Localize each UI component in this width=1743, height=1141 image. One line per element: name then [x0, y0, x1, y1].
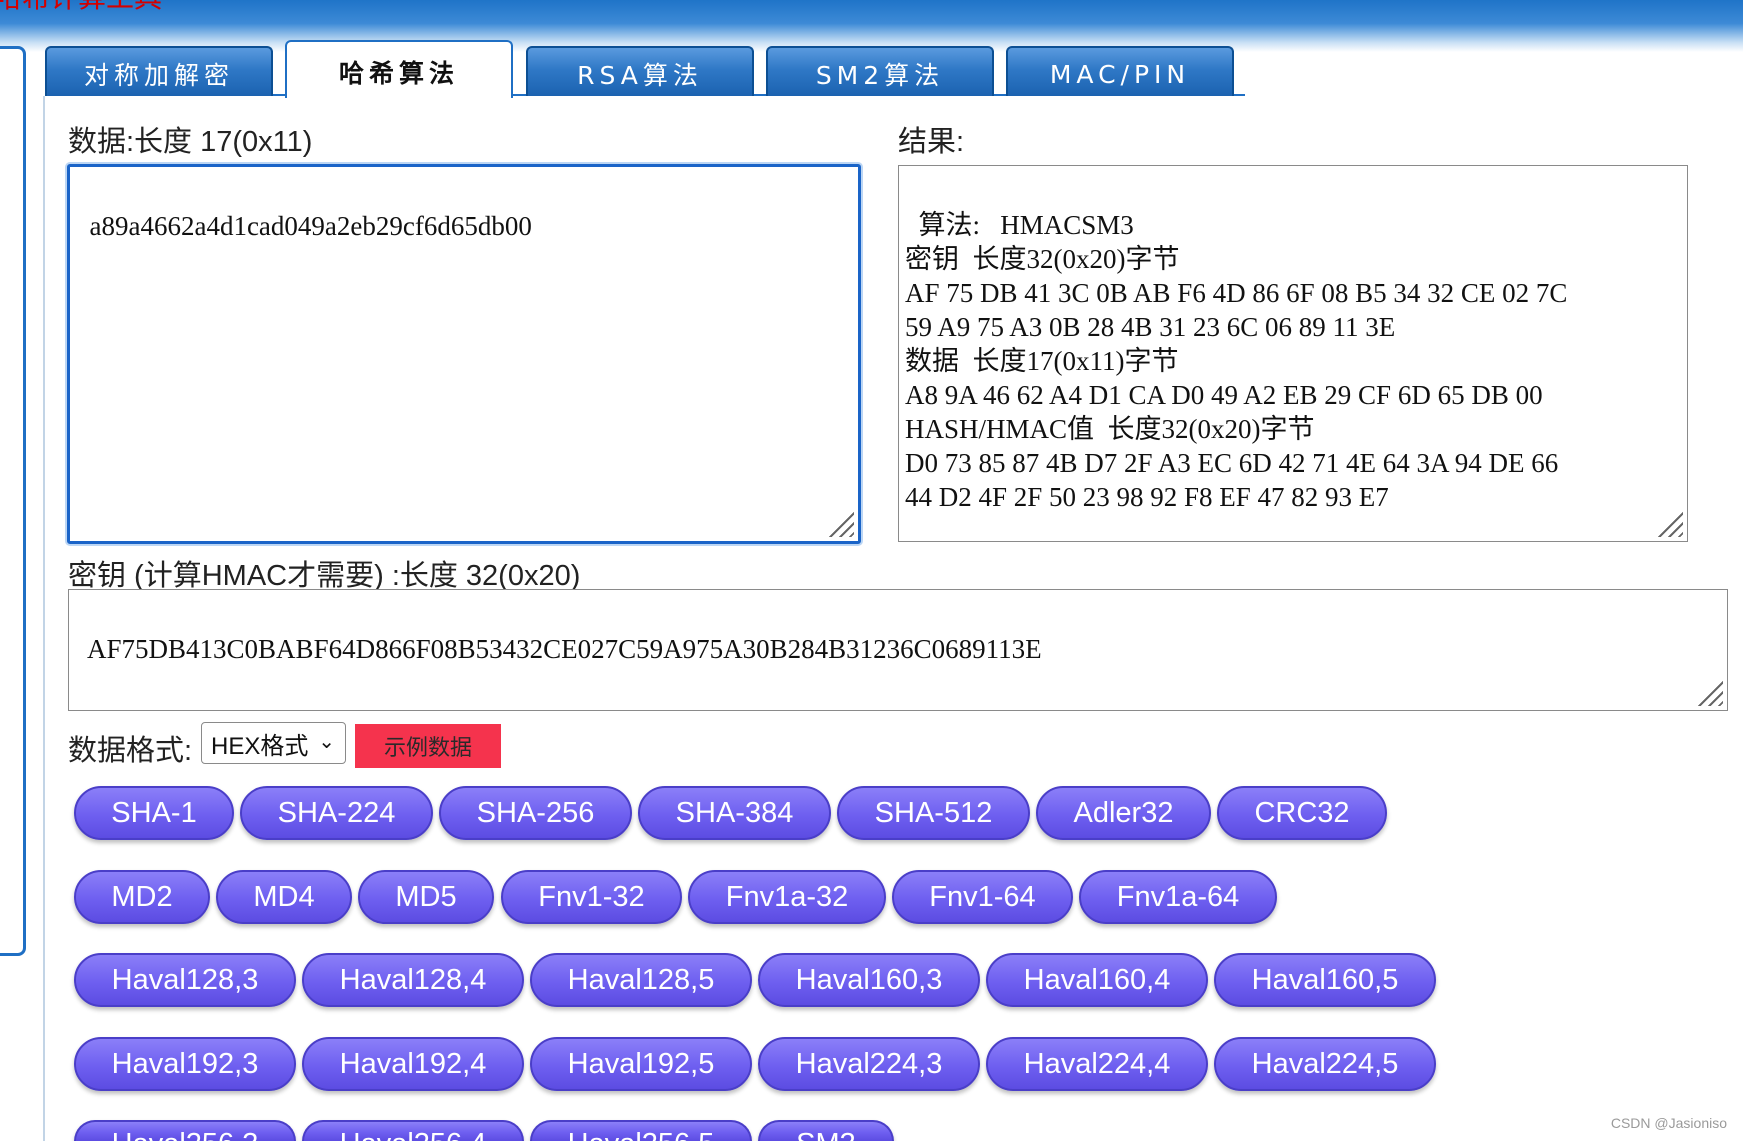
- resize-handle[interactable]: [828, 511, 854, 537]
- resize-handle[interactable]: [1657, 511, 1683, 537]
- algo-button-md2[interactable]: MD2: [74, 870, 210, 924]
- algo-button-sha256[interactable]: SHA-256: [439, 786, 632, 840]
- algo-button-fnv1a-64[interactable]: Fnv1a-64: [1079, 870, 1277, 924]
- algo-button-sha384[interactable]: SHA-384: [638, 786, 831, 840]
- data-length-label: 数据:长度 17(0x11): [68, 126, 313, 158]
- algo-button-haval224-5[interactable]: Haval224,5: [1214, 1037, 1436, 1091]
- algo-button-sha512[interactable]: SHA-512: [837, 786, 1030, 840]
- content-divider: [43, 96, 45, 1141]
- algo-button-md4[interactable]: MD4: [216, 870, 352, 924]
- algo-button-haval128-3[interactable]: Haval128,3: [74, 953, 296, 1007]
- algo-button-md5[interactable]: MD5: [358, 870, 494, 924]
- data-input[interactable]: a89a4662a4d1cad049a2eb29cf6d65db00: [67, 164, 861, 544]
- algo-button-haval160-4[interactable]: Haval160,4: [986, 953, 1208, 1007]
- algo-button-haval128-4[interactable]: Haval128,4: [302, 953, 524, 1007]
- data-format-label: 数据格式:: [68, 735, 193, 767]
- algo-button-haval256-3[interactable]: Haval256,3: [74, 1120, 296, 1141]
- resize-handle[interactable]: [1697, 680, 1723, 706]
- data-format-selected: HEX格式: [211, 732, 309, 760]
- app-title: 哈希计算工具: [0, 0, 162, 12]
- result-output-text: 算法: HMACSM3 密钥 长度32(0x20)字节 AF 75 DB 41 …: [905, 210, 1568, 512]
- algo-button-fnv1a-32[interactable]: Fnv1a-32: [688, 870, 886, 924]
- data-input-value: a89a4662a4d1cad049a2eb29cf6d65db00: [89, 211, 532, 241]
- tab-mac-pin[interactable]: MAC/PIN: [1006, 46, 1234, 96]
- watermark: CSDN @Jasioniso: [1610, 1115, 1727, 1131]
- result-label: 结果:: [898, 126, 965, 158]
- algo-button-haval256-4[interactable]: Haval256,4: [302, 1120, 524, 1141]
- top-banner: 哈希计算工具: [0, 0, 1743, 52]
- algo-button-adler32[interactable]: Adler32: [1036, 786, 1211, 840]
- algo-button-fnv1-32[interactable]: Fnv1-32: [501, 870, 682, 924]
- algo-button-haval160-5[interactable]: Haval160,5: [1214, 953, 1436, 1007]
- result-output[interactable]: 算法: HMACSM3 密钥 长度32(0x20)字节 AF 75 DB 41 …: [898, 165, 1688, 542]
- algo-button-fnv1-64[interactable]: Fnv1-64: [892, 870, 1073, 924]
- key-input-value: AF75DB413C0BABF64D866F08B53432CE027C59A9…: [87, 634, 1042, 664]
- algo-button-haval128-5[interactable]: Haval128,5: [530, 953, 752, 1007]
- algo-button-haval192-3[interactable]: Haval192,3: [74, 1037, 296, 1091]
- example-data-button[interactable]: 示例数据: [355, 724, 501, 768]
- data-format-select[interactable]: HEX格式 ⌄: [201, 722, 346, 764]
- algo-button-haval224-3[interactable]: Haval224,3: [758, 1037, 980, 1091]
- algo-button-sha1[interactable]: SHA-1: [74, 786, 234, 840]
- algo-button-haval160-3[interactable]: Haval160,3: [758, 953, 980, 1007]
- chevron-down-icon: ⌄: [318, 731, 335, 753]
- key-length-label: 密钥 (计算HMAC才需要) :长度 32(0x20): [68, 560, 581, 592]
- tab-rsa[interactable]: RSA算法: [526, 46, 754, 96]
- algo-button-sha224[interactable]: SHA-224: [240, 786, 433, 840]
- left-sidebar-panel: [0, 46, 26, 956]
- algo-button-haval224-4[interactable]: Haval224,4: [986, 1037, 1208, 1091]
- algo-button-haval192-4[interactable]: Haval192,4: [302, 1037, 524, 1091]
- algo-button-haval256-5[interactable]: Haval256,5: [530, 1120, 752, 1141]
- tab-hash[interactable]: 哈希算法: [285, 40, 513, 98]
- algo-button-haval192-5[interactable]: Haval192,5: [530, 1037, 752, 1091]
- algo-button-crc32[interactable]: CRC32: [1217, 786, 1387, 840]
- tab-symmetric[interactable]: 对称加解密: [45, 46, 273, 96]
- algo-button-sm3[interactable]: SM3: [758, 1120, 894, 1141]
- tab-sm2[interactable]: SM2算法: [766, 46, 994, 96]
- key-input[interactable]: AF75DB413C0BABF64D866F08B53432CE027C59A9…: [68, 589, 1728, 711]
